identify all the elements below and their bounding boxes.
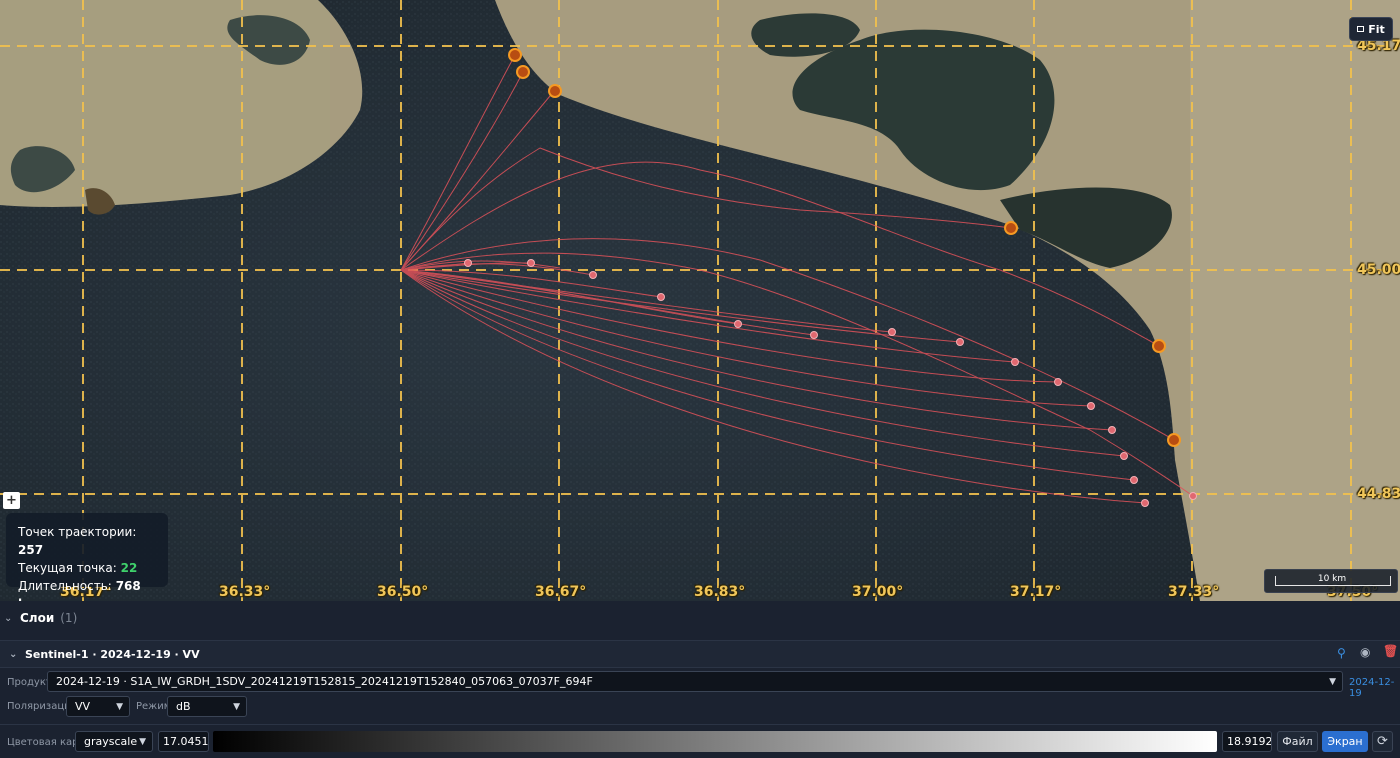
points-row: Точек траектории: 257: [18, 525, 137, 557]
product-label: Продукт: [7, 677, 52, 688]
product-select[interactable]: 2024-12-19 · S1A_IW_GRDH_1SDV_20241219T1…: [47, 671, 1343, 692]
points-value: 257: [18, 543, 44, 557]
current-row: Текущая точка: 22: [18, 561, 138, 575]
layer-item-header[interactable]: ⌄ Sentinel-1 · 2024-12-19 · VV ⚲ ◉ 🗑: [0, 640, 1400, 668]
screen-button[interactable]: Экран: [1322, 731, 1368, 752]
refresh-icon[interactable]: ⟳: [1372, 731, 1393, 752]
lon-label: 36.33°: [219, 584, 271, 600]
scale-bar: 10 km: [1264, 569, 1398, 593]
chevron-down-icon: ▼: [116, 701, 123, 712]
lon-label: 37.17°: [1010, 584, 1062, 600]
lon-label: 36.67°: [535, 584, 587, 600]
zoom-in-button[interactable]: +: [3, 492, 20, 509]
locate-icon[interactable]: ⚲: [1337, 646, 1346, 660]
divider: [0, 724, 1400, 725]
product-date: 2024-12-19: [1349, 677, 1395, 699]
lat-label: 45.00: [1357, 262, 1400, 278]
polarization-select[interactable]: VV ▼: [66, 696, 130, 717]
fit-button[interactable]: Fit: [1349, 17, 1393, 41]
trajectory-info-panel: Точек траектории: 257 Текущая точка: 22 …: [6, 513, 168, 601]
lon-label: 36.83°: [694, 584, 746, 600]
layers-header[interactable]: ⌄ Слои (1): [0, 604, 1400, 632]
lon-label: 36.50°: [377, 584, 429, 600]
layer-title: Sentinel-1 · 2024-12-19 · VV: [25, 647, 200, 661]
file-button[interactable]: Файл: [1277, 731, 1318, 752]
chevron-down-icon: ▼: [233, 701, 240, 712]
lon-label: 37.00°: [852, 584, 904, 600]
colormap-select[interactable]: grayscale ▼: [75, 731, 153, 752]
layers-count: (1): [60, 611, 78, 625]
map-view[interactable]: 36.17° 36.33° 36.50° 36.67° 36.83° 37.00…: [0, 0, 1400, 601]
chevron-down-icon: ▼: [1329, 676, 1336, 687]
mode-label: Режим: [136, 701, 172, 712]
scale-label: 10 km: [1317, 574, 1347, 584]
fit-icon: [1357, 26, 1365, 32]
chevron-down-icon[interactable]: ⌄: [4, 613, 14, 624]
land-fields: [1190, 0, 1400, 601]
chevron-down-icon[interactable]: ⌄: [9, 649, 19, 660]
fit-label: Fit: [1368, 22, 1385, 36]
trash-icon[interactable]: 🗑: [1383, 644, 1398, 658]
lat-label: 44.83: [1357, 486, 1400, 502]
current-value: 22: [120, 561, 138, 575]
chevron-down-icon: ▼: [139, 736, 146, 747]
map-canvas[interactable]: [0, 0, 1400, 601]
lon-label: 37.33°: [1168, 584, 1220, 600]
max-value-input[interactable]: 18.91929: [1222, 731, 1272, 752]
mode-select[interactable]: dB ▼: [167, 696, 247, 717]
colormap-gradient: [213, 731, 1217, 752]
layers-title: Слои: [20, 611, 55, 625]
duration-row: Длительность: 768 hours: [18, 577, 156, 601]
min-value-input[interactable]: 17.04511: [158, 731, 209, 752]
eye-icon[interactable]: ◉: [1360, 645, 1370, 659]
